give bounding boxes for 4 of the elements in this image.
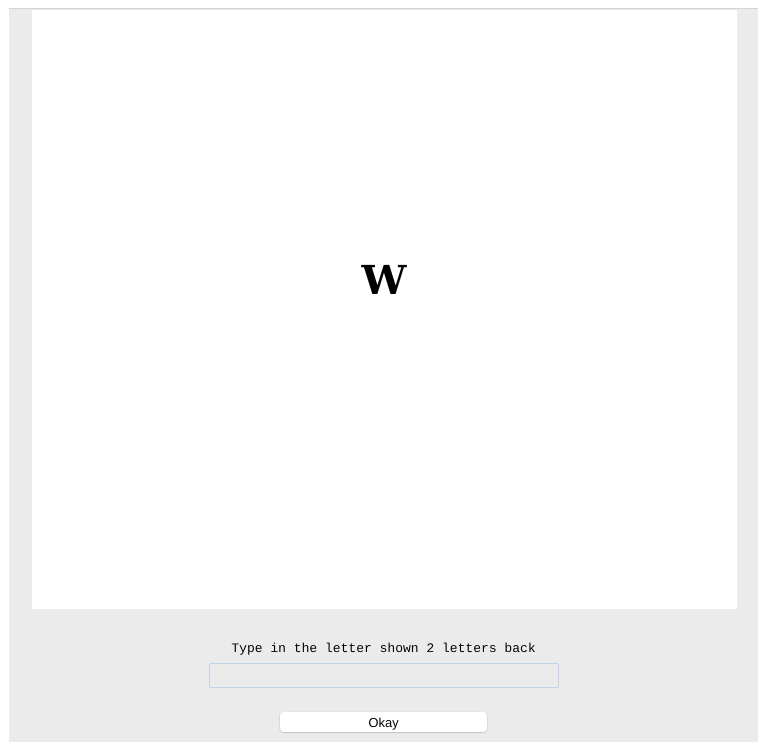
prompt-text: Type in the letter shown 2 letters back	[231, 642, 536, 655]
stimulus-letter: W	[362, 260, 406, 300]
okay-button[interactable]: Okay	[280, 712, 487, 732]
answer-field[interactable]	[208, 663, 558, 688]
